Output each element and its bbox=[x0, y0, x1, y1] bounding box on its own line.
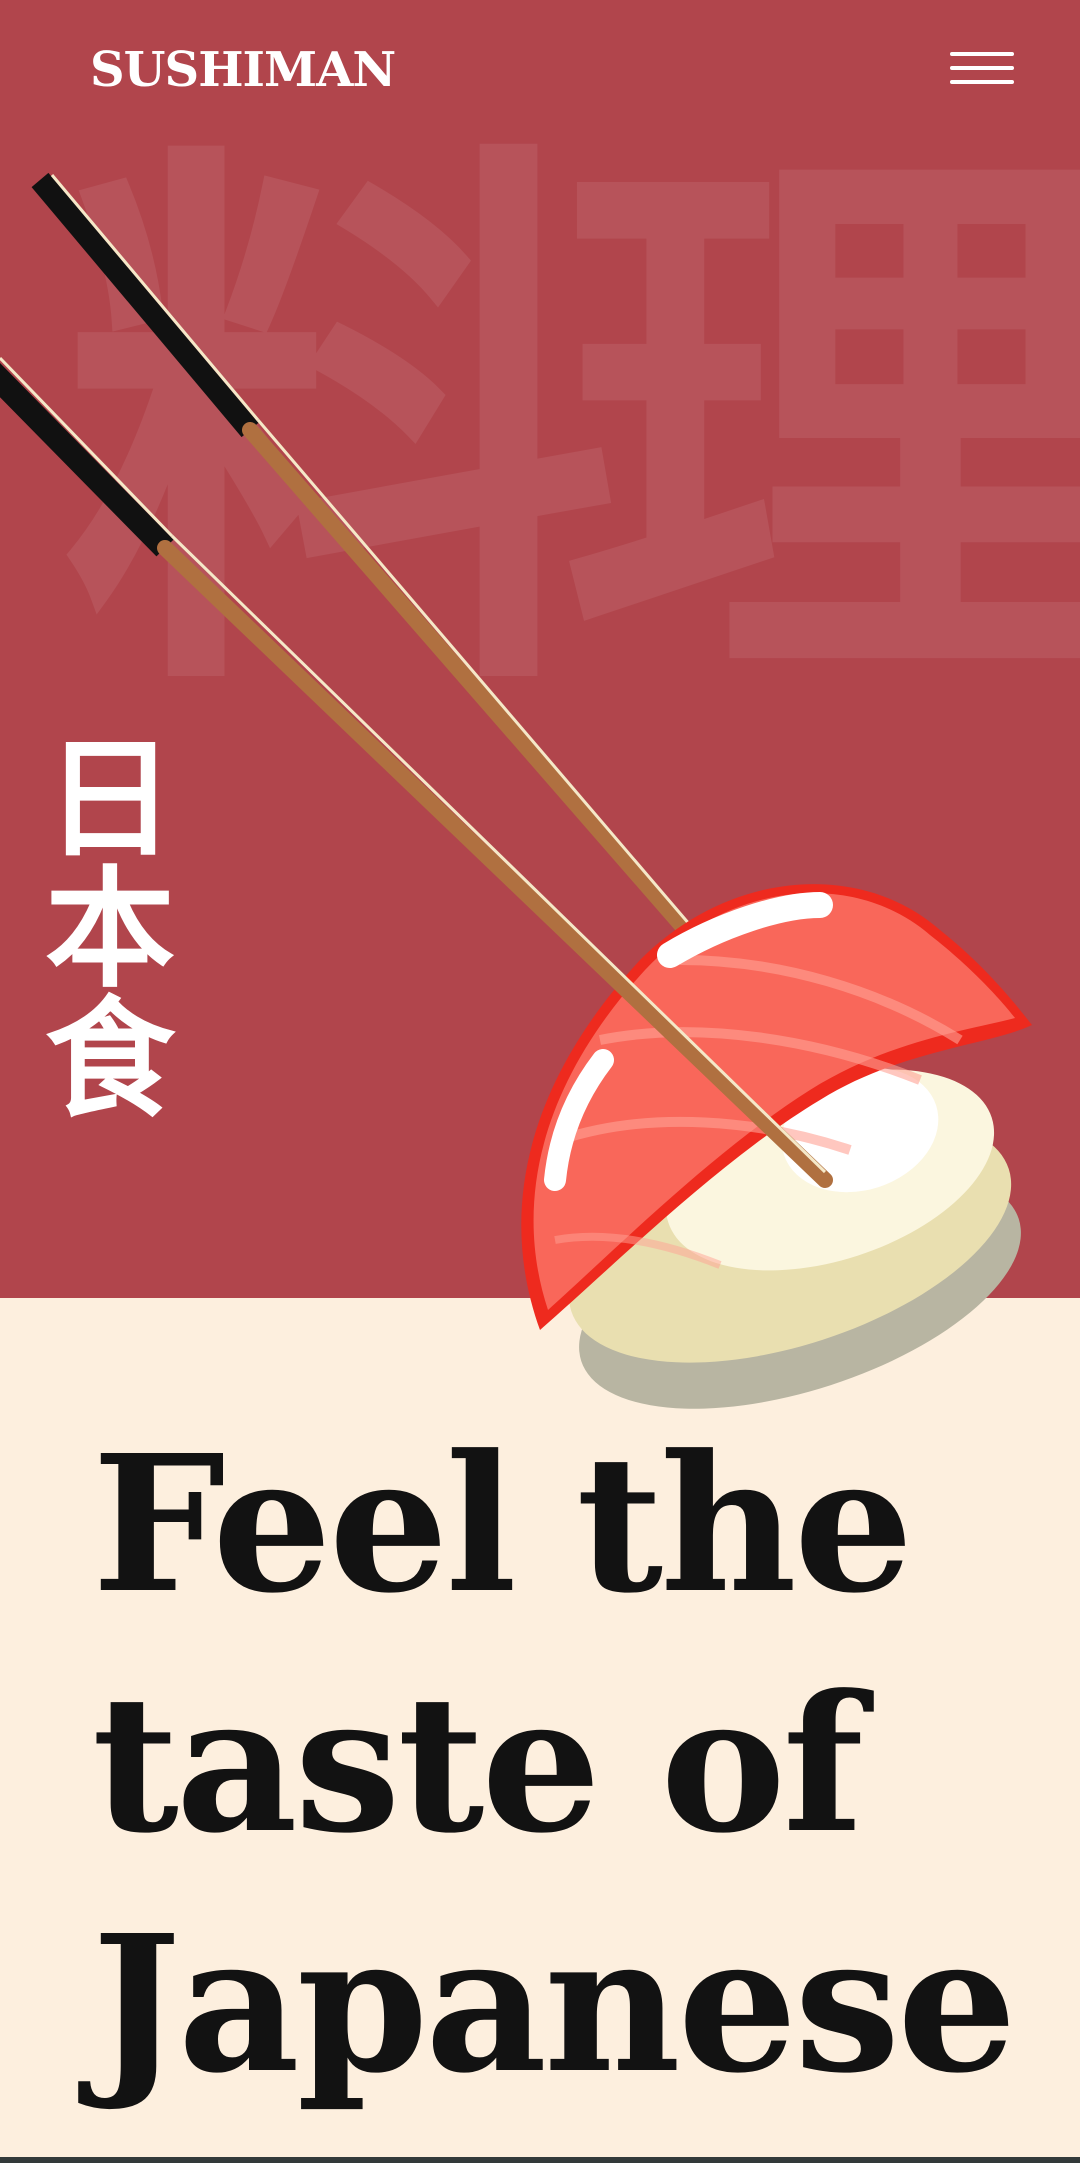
chopstick-back-icon bbox=[31, 172, 698, 943]
nigiri-sushi-with-chopsticks-icon bbox=[0, 172, 1032, 1409]
bottom-divider bbox=[0, 2157, 1080, 2163]
chopstick-front-icon bbox=[0, 356, 833, 1188]
hero-headline: Feel the taste of Japanese bbox=[92, 1414, 1017, 2115]
